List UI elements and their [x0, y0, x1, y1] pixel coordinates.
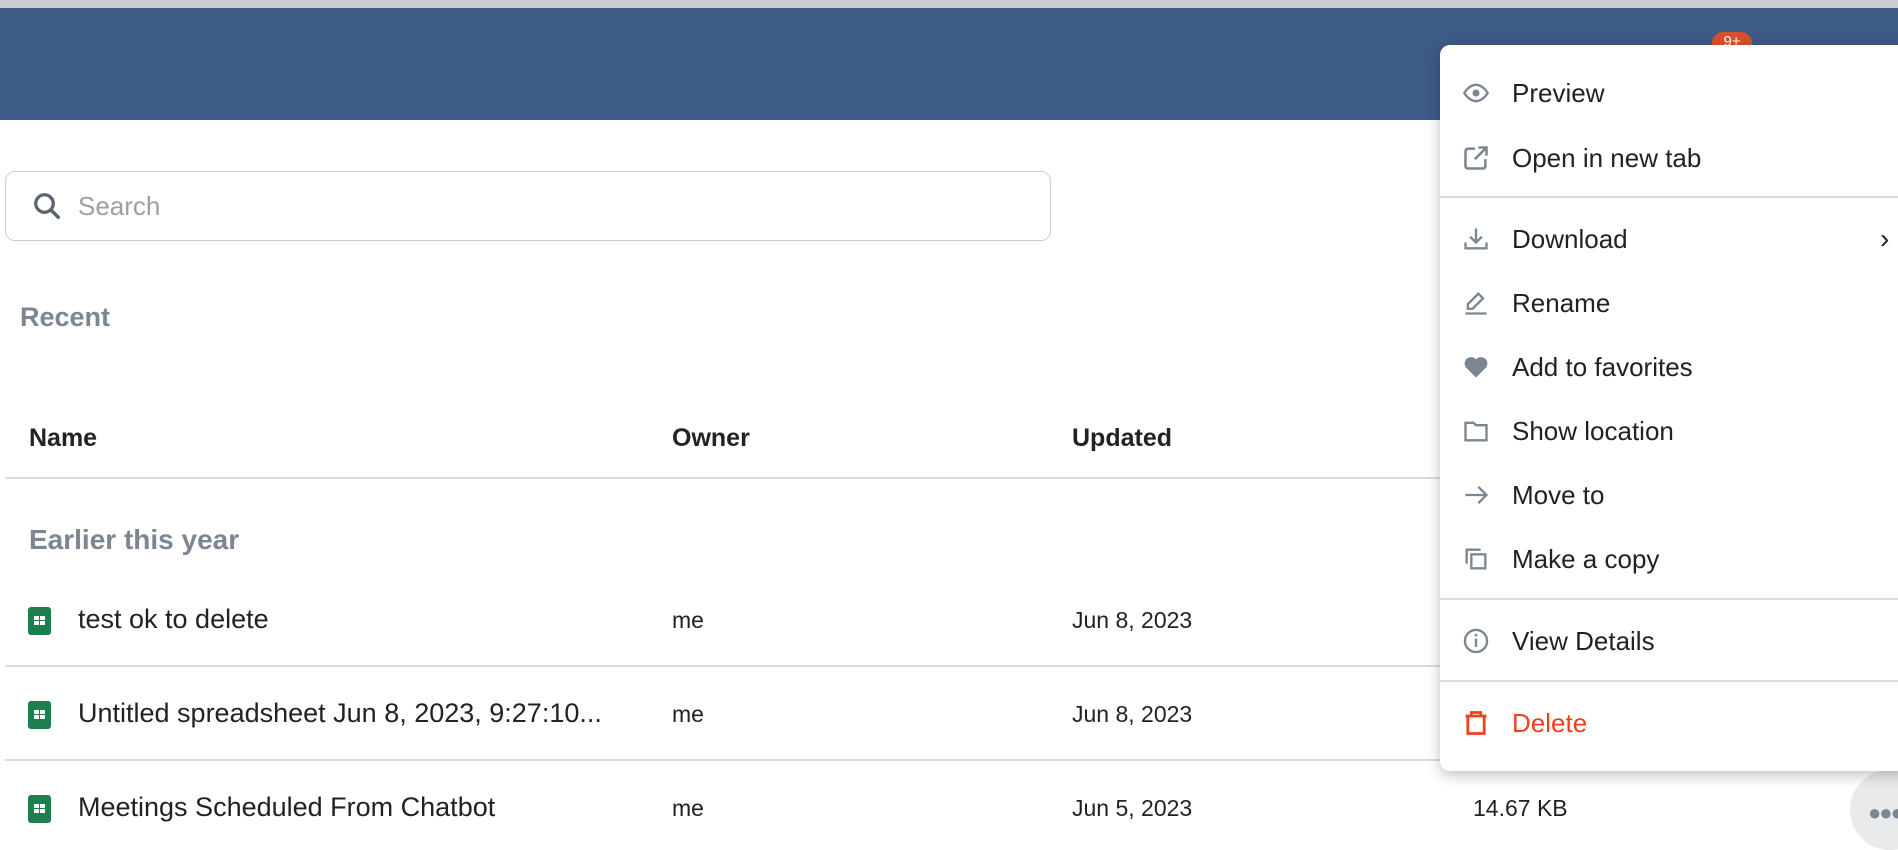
- arrow-right-icon: [1465, 486, 1489, 504]
- group-label: Earlier this year: [29, 524, 240, 555]
- menu-item-view-details[interactable]: View Details: [1440, 613, 1898, 669]
- menu-item-add-favorites[interactable]: Add to favorites: [1440, 339, 1898, 395]
- menu-item-rename[interactable]: Rename: [1440, 275, 1898, 331]
- menu-item-label: Download: [1512, 223, 1628, 254]
- menu-item-label: Move to: [1512, 479, 1605, 510]
- column-header-updated[interactable]: Updated: [1072, 424, 1172, 453]
- more-options-button[interactable]: ●●●: [1850, 770, 1898, 850]
- menu-divider: [1440, 598, 1898, 600]
- section-title: Recent: [20, 302, 111, 332]
- file-name: Untitled spreadsheet Jun 8, 2023, 9:27:1…: [78, 698, 602, 728]
- menu-item-label: Preview: [1512, 77, 1605, 108]
- file-name: test ok to delete: [78, 604, 269, 634]
- menu-item-label: Delete: [1512, 707, 1588, 738]
- file-owner: me: [672, 701, 704, 727]
- heart-icon: [1464, 357, 1488, 378]
- file-owner: me: [672, 795, 704, 821]
- menu-item-open-new-tab[interactable]: Open in new tab: [1440, 130, 1898, 186]
- spreadsheet-icon: [28, 701, 51, 729]
- pencil-icon: [1465, 292, 1487, 315]
- info-icon: [1463, 628, 1489, 654]
- file-updated: Jun 5, 2023: [1072, 795, 1193, 821]
- menu-item-make-copy[interactable]: Make a copy: [1440, 531, 1898, 587]
- browser-top-strip: [0, 0, 1898, 8]
- menu-item-label: View Details: [1512, 625, 1655, 656]
- trash-icon: [1465, 711, 1487, 735]
- menu-divider: [1440, 680, 1898, 682]
- menu-item-label: Open in new tab: [1512, 142, 1702, 173]
- menu-item-download[interactable]: Download ›: [1440, 211, 1898, 267]
- menu-item-label: Show location: [1512, 415, 1674, 446]
- menu-item-move-to[interactable]: Move to: [1440, 467, 1898, 523]
- table-row[interactable]: Meetings Scheduled From Chatbot me Jun 5…: [0, 788, 1898, 828]
- search-box[interactable]: [5, 171, 1051, 241]
- column-header-owner[interactable]: Owner: [672, 424, 750, 453]
- file-updated: Jun 8, 2023: [1072, 607, 1193, 633]
- search-icon: [34, 193, 60, 219]
- copy-icon: [1465, 548, 1487, 570]
- menu-divider: [1440, 196, 1898, 198]
- spreadsheet-icon: [28, 795, 51, 823]
- eye-icon: [1462, 83, 1490, 103]
- menu-item-label: Make a copy: [1512, 543, 1660, 574]
- menu-item-show-location[interactable]: Show location: [1440, 403, 1898, 459]
- download-icon: [1464, 228, 1488, 250]
- file-size: 14.67 KB: [1473, 795, 1568, 821]
- file-name: Meetings Scheduled From Chatbot: [78, 792, 496, 822]
- file-updated: Jun 8, 2023: [1072, 701, 1193, 727]
- menu-item-delete[interactable]: Delete: [1440, 695, 1898, 751]
- menu-item-label: Add to favorites: [1512, 351, 1693, 382]
- external-link-icon: [1464, 146, 1488, 170]
- menu-item-preview[interactable]: Preview: [1440, 65, 1898, 121]
- chevron-right-icon: ›: [1880, 223, 1890, 254]
- ellipsis-icon: ●●●: [1868, 800, 1898, 825]
- folder-icon: [1464, 421, 1488, 442]
- column-header-name[interactable]: Name: [29, 424, 97, 453]
- search-input[interactable]: [78, 190, 978, 222]
- spreadsheet-icon: [28, 607, 51, 635]
- file-owner: me: [672, 607, 704, 633]
- context-menu: Preview Open in new tab Download › Renam…: [1440, 45, 1898, 771]
- menu-item-label: Rename: [1512, 287, 1611, 318]
